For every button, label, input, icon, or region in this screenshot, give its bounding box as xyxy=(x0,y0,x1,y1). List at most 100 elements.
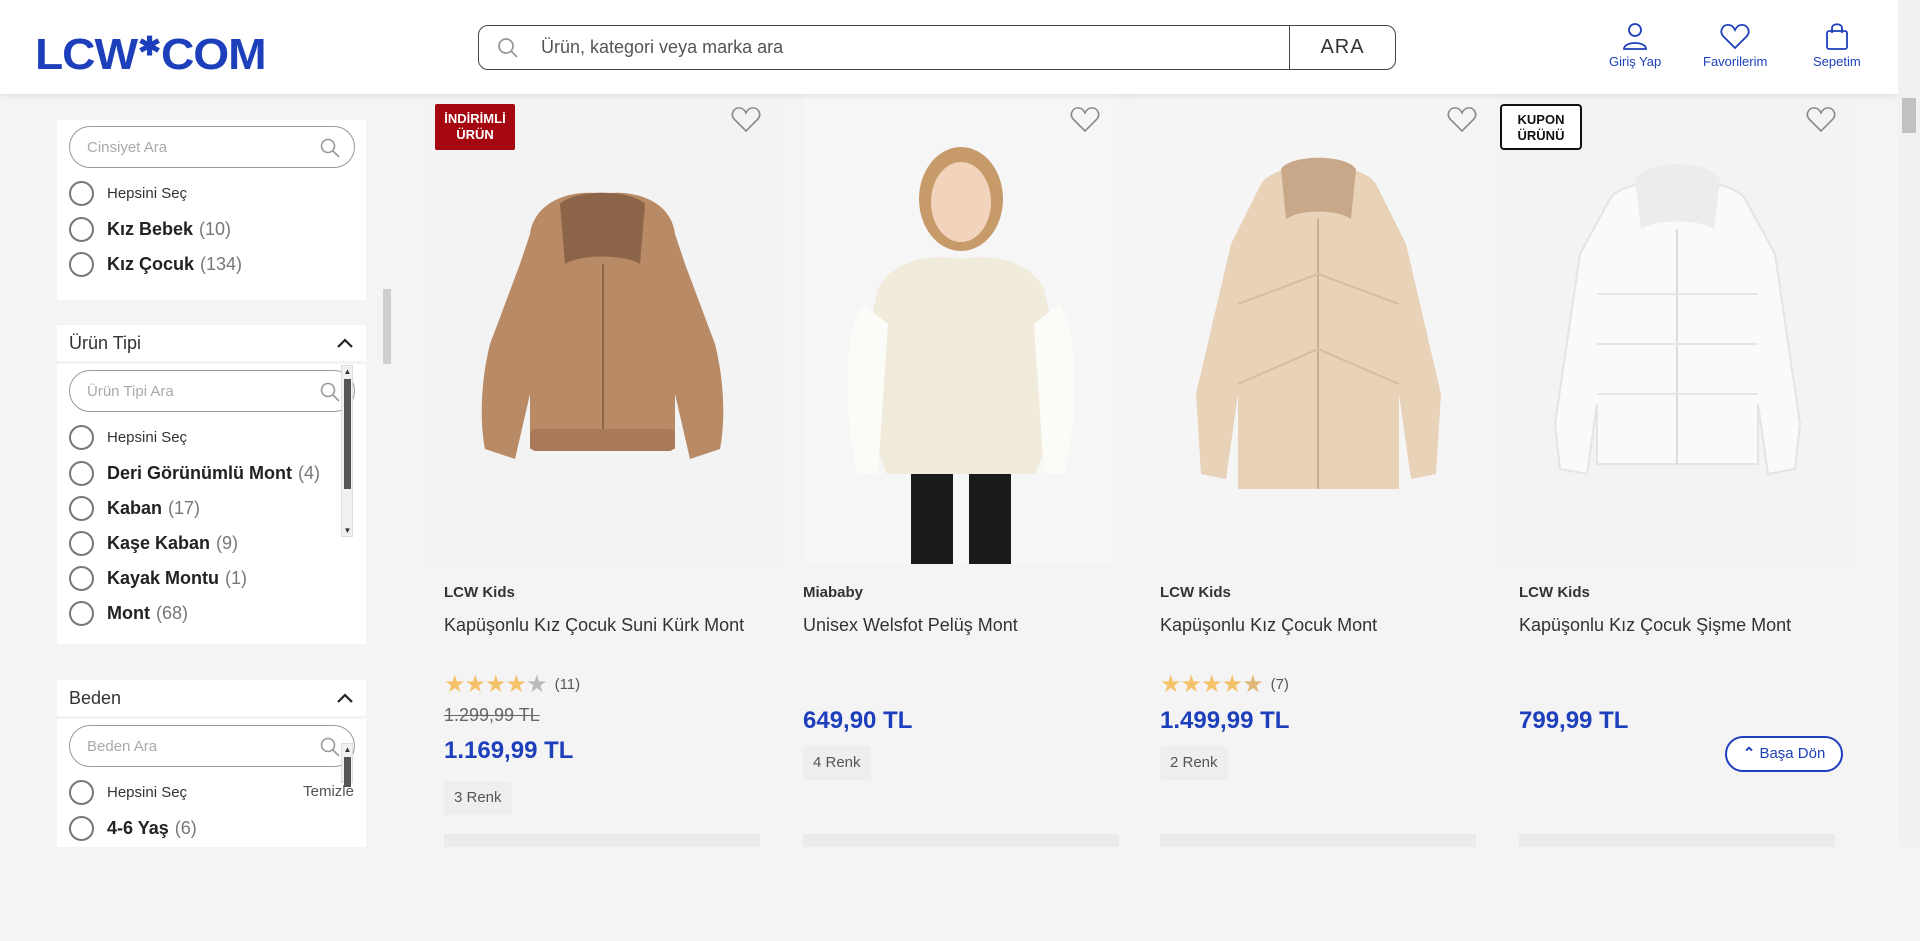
search-button[interactable]: ARA xyxy=(1289,26,1395,69)
heart-icon[interactable] xyxy=(1069,104,1101,134)
site-header: LCW✱COM Ürün, kategori veya marka ara AR… xyxy=(0,0,1898,94)
filter-sidebar: Cinsiyet Ara Hepsini Seç Kız Bebek (10) K… xyxy=(0,94,395,847)
product-type-search-input[interactable]: Ürün Tipi Ara xyxy=(69,370,355,412)
fur-jacket-image xyxy=(425,94,780,564)
gender-filter-panel: Cinsiyet Ara Hepsini Seç Kız Bebek (10) K… xyxy=(57,120,366,300)
product-price: 1.169,99 TL xyxy=(444,737,574,764)
star-rating-icon: ★★★★★ xyxy=(444,671,548,698)
radio-button[interactable] xyxy=(69,251,94,277)
old-price: 1.299,99 TL xyxy=(444,705,540,725)
product-type-option[interactable]: Mont (68) xyxy=(69,600,188,626)
product-type-filter-panel: Ürün Tipi Ara Hepsini Seç Deri Görünümlü… xyxy=(57,364,366,644)
product-brand: LCW Kids xyxy=(444,584,515,601)
rating: ★★★★★ (7) xyxy=(1160,671,1289,698)
search-icon xyxy=(320,138,340,158)
back-to-top-button[interactable]: ⌃ Başa Dön xyxy=(1725,736,1843,772)
radio-button[interactable] xyxy=(69,424,94,450)
size-header[interactable]: Beden xyxy=(57,680,366,716)
page-scrollbar-thumb[interactable] xyxy=(1902,98,1916,133)
login-label: Giriş Yap xyxy=(1609,54,1662,69)
product-image[interactable] xyxy=(803,94,1119,564)
heart-icon xyxy=(1720,24,1750,50)
user-icon xyxy=(1623,23,1648,50)
product-image[interactable]: İNDİRİMLİ ÜRÜN xyxy=(425,94,780,564)
product-image[interactable] xyxy=(1141,94,1496,564)
size-filter-panel: Beden Ara Hepsini Seç Temizle 4-6 Yaş (6)… xyxy=(57,719,366,847)
product-type-option[interactable]: Kaşe Kaban (9) xyxy=(69,530,238,556)
product-brand: LCW Kids xyxy=(1160,584,1231,601)
product-type-select-all[interactable]: Hepsini Seç xyxy=(69,424,187,450)
radio-button[interactable] xyxy=(69,530,94,556)
product-type-scrollbar[interactable]: ▲ ▼ xyxy=(341,365,353,537)
beige-coat-image xyxy=(1141,94,1496,564)
white-puffer-image xyxy=(1500,94,1855,564)
star-rating-icon: ★★★★★ xyxy=(1160,671,1264,698)
color-count[interactable]: 4 Renk xyxy=(803,746,871,780)
product-type-header[interactable]: Ürün Tipi xyxy=(57,325,366,361)
size-scrollbar[interactable]: ▲ xyxy=(341,743,353,787)
gender-search-input[interactable]: Cinsiyet Ara xyxy=(69,126,355,168)
page-scrollbar[interactable] xyxy=(1898,0,1920,847)
product-type-option[interactable]: Kaban (17) xyxy=(69,495,200,521)
product-type-scrollbar-thumb[interactable] xyxy=(344,379,351,489)
size-scrollbar-thumb[interactable] xyxy=(344,757,351,787)
scroll-down-arrow[interactable]: ▼ xyxy=(343,526,352,535)
favorites-label: Favorilerim xyxy=(1703,54,1768,69)
product-image[interactable]: KUPON ÜRÜNÜ xyxy=(1500,94,1855,564)
search-icon xyxy=(320,737,340,757)
cart-button[interactable]: Sepetim xyxy=(1813,22,1861,69)
arrow-up-icon: ⌃ xyxy=(1742,745,1756,762)
radio-button[interactable] xyxy=(69,565,94,591)
bag-icon xyxy=(1825,23,1848,50)
product-name[interactable]: Kapüşonlu Kız Çocuk Şişme Mont xyxy=(1519,615,1791,636)
next-product-image[interactable] xyxy=(1160,834,1476,847)
next-product-image[interactable] xyxy=(444,834,760,847)
radio-button[interactable] xyxy=(69,815,94,841)
search-icon xyxy=(320,382,340,402)
gender-option-kiz-cocuk[interactable]: Kız Çocuk (134) xyxy=(69,251,242,277)
color-count[interactable]: 2 Renk xyxy=(1160,746,1228,780)
search-icon xyxy=(498,38,518,58)
size-option[interactable]: 4-6 Yaş (6) xyxy=(69,815,197,841)
product-name[interactable]: Kapüşonlu Kız Çocuk Mont xyxy=(1160,615,1377,636)
product-name[interactable]: Unisex Welsfot Pelüş Mont xyxy=(803,615,1018,636)
product-name[interactable]: Kapüşonlu Kız Çocuk Suni Kürk Mont xyxy=(444,615,744,636)
lcw-logo[interactable]: LCW✱COM xyxy=(35,30,267,80)
chevron-up-icon[interactable] xyxy=(336,337,354,349)
girl-in-jacket-image xyxy=(803,94,1119,564)
gender-option-kiz-bebek[interactable]: Kız Bebek (10) xyxy=(69,216,231,242)
sidebar-scrollbar-thumb[interactable] xyxy=(383,289,391,364)
scroll-up-arrow[interactable]: ▲ xyxy=(343,745,352,754)
gender-select-all[interactable]: Hepsini Seç xyxy=(69,180,187,206)
cart-label: Sepetim xyxy=(1813,54,1861,69)
product-price: 1.499,99 TL xyxy=(1160,707,1290,734)
product-price: 649,90 TL xyxy=(803,707,913,734)
radio-button[interactable] xyxy=(69,180,94,206)
product-price: 799,99 TL xyxy=(1519,707,1629,734)
product-brand: LCW Kids xyxy=(1519,584,1590,601)
heart-icon[interactable] xyxy=(730,104,762,134)
login-button[interactable]: Giriş Yap xyxy=(1609,22,1661,69)
product-type-option[interactable]: Deri Görünümlü Mont (4) xyxy=(69,460,320,486)
sidebar-scrollbar[interactable] xyxy=(382,194,392,941)
next-product-image[interactable] xyxy=(803,834,1119,847)
radio-button[interactable] xyxy=(69,779,94,805)
chevron-up-icon[interactable] xyxy=(336,692,354,704)
size-select-all[interactable]: Hepsini Seç xyxy=(69,779,187,805)
heart-icon[interactable] xyxy=(1446,104,1478,134)
color-count[interactable]: 3 Renk xyxy=(444,781,512,815)
favorites-button[interactable]: Favorilerim xyxy=(1703,22,1767,69)
product-type-title: Ürün Tipi xyxy=(69,333,142,353)
size-search-input[interactable]: Beden Ara xyxy=(69,725,355,767)
product-type-option[interactable]: Kayak Montu (1) xyxy=(69,565,247,591)
coupon-badge: KUPON ÜRÜNÜ xyxy=(1500,104,1582,150)
scroll-up-arrow[interactable]: ▲ xyxy=(343,367,352,376)
size-title: Beden xyxy=(69,688,122,708)
radio-button[interactable] xyxy=(69,460,94,486)
next-product-image[interactable] xyxy=(1519,834,1835,847)
radio-button[interactable] xyxy=(69,495,94,521)
radio-button[interactable] xyxy=(69,600,94,626)
search-input[interactable]: Ürün, kategori veya marka ara xyxy=(541,37,783,58)
radio-button[interactable] xyxy=(69,216,94,242)
heart-icon[interactable] xyxy=(1805,104,1837,134)
